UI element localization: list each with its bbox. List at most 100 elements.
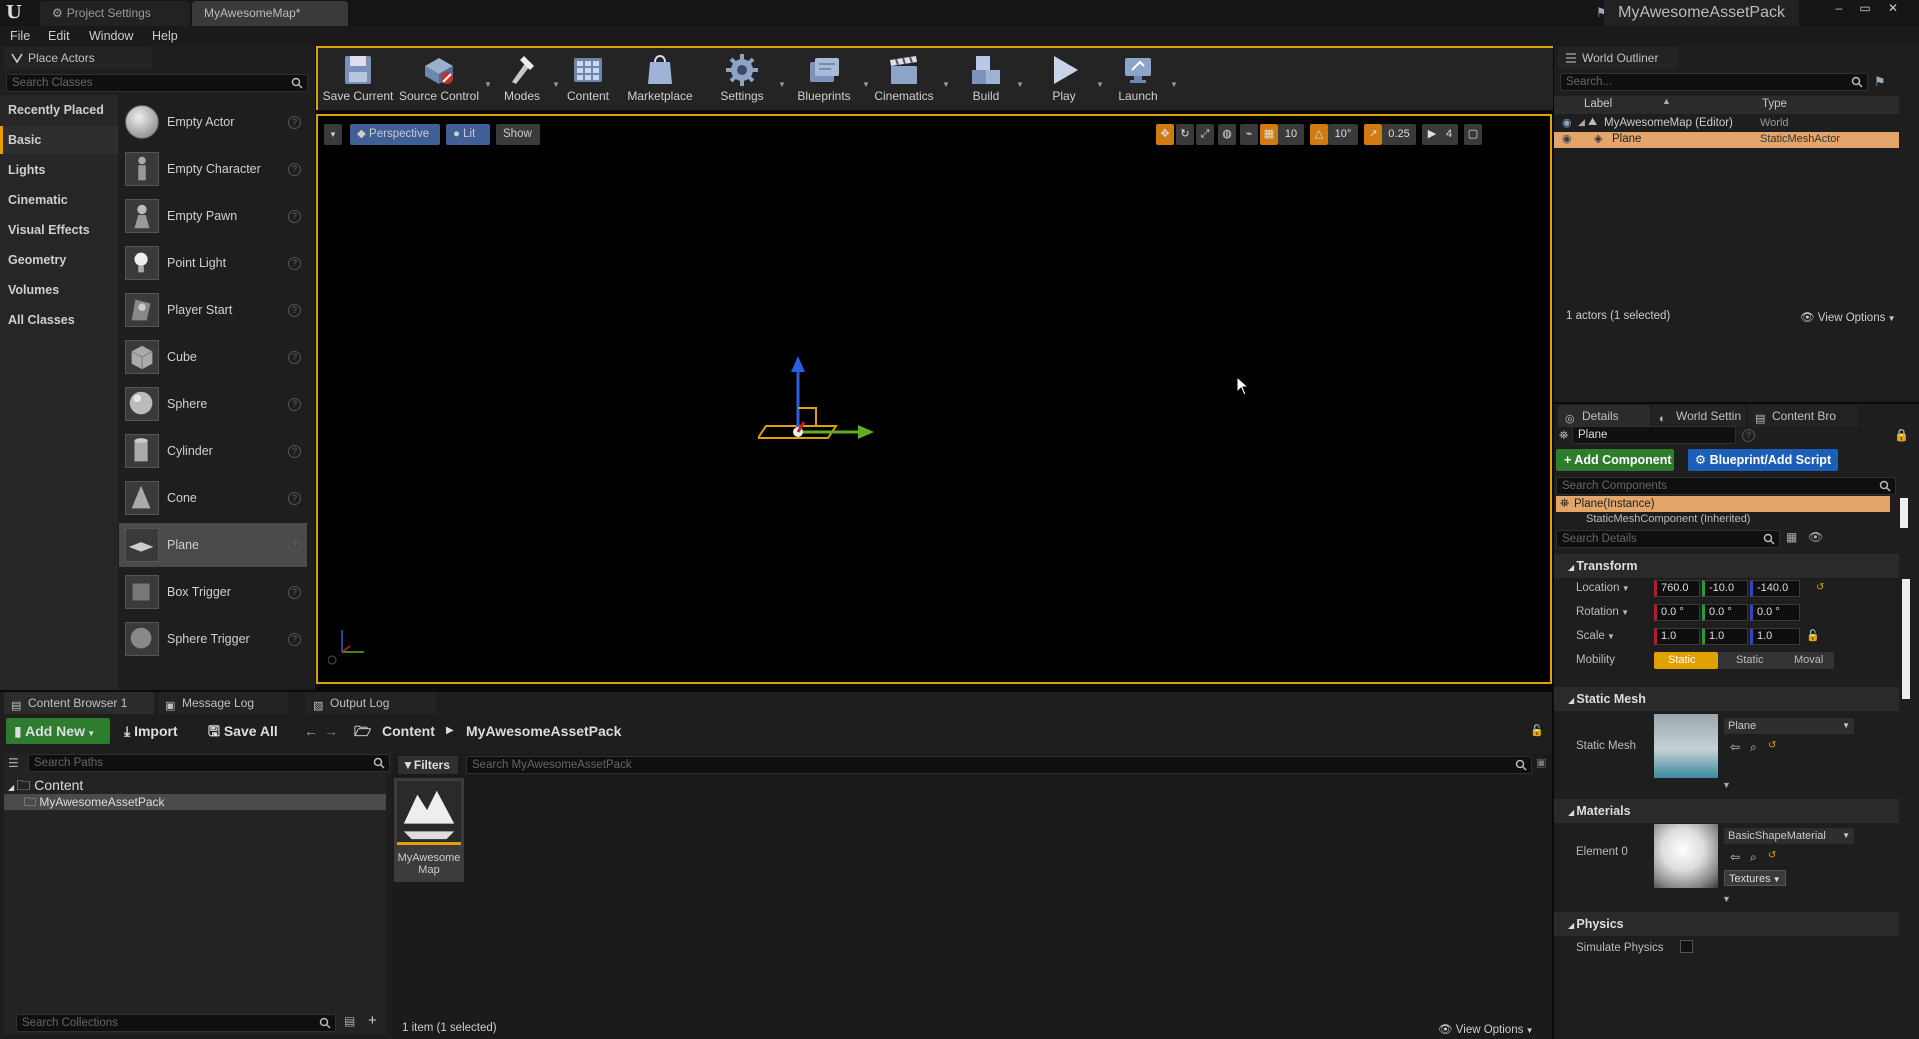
add-component-button[interactable]: + Add Component ▼ xyxy=(1556,449,1674,490)
scale-x-field[interactable]: 1.0 xyxy=(1654,628,1700,645)
menu-file[interactable]: File xyxy=(10,26,30,46)
category-visual-effects[interactable]: Visual Effects xyxy=(0,216,118,244)
tab-output-log[interactable]: ▧ Output Log xyxy=(306,692,436,714)
use-selected-arrow-icon[interactable]: ⇦ xyxy=(1730,850,1740,864)
expand-arrow-icon[interactable]: ◢ xyxy=(1578,117,1585,128)
help-icon[interactable]: ? xyxy=(288,398,301,411)
reset-to-default-icon[interactable]: ↺ xyxy=(1768,850,1776,861)
browse-search-icon[interactable]: ⌕ xyxy=(1750,850,1757,865)
path-content-button[interactable]: Content xyxy=(382,718,435,744)
save-current-button[interactable]: Save Current xyxy=(322,52,394,108)
physics-section-header[interactable]: ◢ Physics xyxy=(1554,912,1899,936)
scale-snap-value[interactable]: 0.25 xyxy=(1382,124,1416,145)
launch-button[interactable]: Launch ▼ xyxy=(1108,52,1178,108)
expand-advanced-icon[interactable]: ▼ xyxy=(1722,780,1731,790)
visibility-eye-icon[interactable]: ◉ xyxy=(1562,132,1572,145)
asset-view-options[interactable]: 👁 View Options ▼ xyxy=(1438,1022,1533,1036)
transform-gizmo[interactable] xyxy=(758,356,888,456)
actor-point-light[interactable]: Point Light ? xyxy=(119,241,307,285)
scale-snap-icon[interactable]: ↗ xyxy=(1364,124,1382,145)
help-icon[interactable]: ? xyxy=(288,351,301,364)
static-mesh-thumbnail[interactable] xyxy=(1654,714,1718,778)
marketplace-button[interactable]: Marketplace xyxy=(622,52,698,108)
location-label[interactable]: Location ▼ xyxy=(1576,582,1630,594)
add-collection-icon[interactable]: + xyxy=(368,1012,377,1029)
rotate-mode-icon[interactable]: ↻ xyxy=(1176,124,1194,145)
actor-plane[interactable]: Plane ? xyxy=(119,523,307,567)
help-icon[interactable]: ? xyxy=(288,586,301,599)
eye-icon[interactable]: 👁 xyxy=(1808,530,1823,544)
save-all-button[interactable]: 🖫 Save All xyxy=(208,718,278,744)
category-lights[interactable]: Lights xyxy=(0,156,118,184)
browse-search-icon[interactable]: ⌕ xyxy=(1750,740,1757,755)
blueprint-add-script-button[interactable]: ⚙ Blueprint/Add Script xyxy=(1688,449,1838,471)
actor-sphere[interactable]: Sphere ? xyxy=(119,382,307,426)
category-basic[interactable]: Basic xyxy=(0,126,118,154)
help-icon[interactable]: ? xyxy=(288,210,301,223)
asset-tile-my-awesome-map[interactable]: MyAwesome Map xyxy=(394,778,464,882)
component-tree-root[interactable]: ⛯ Plane(Instance) xyxy=(1556,496,1890,512)
materials-section-header[interactable]: ◢ Materials xyxy=(1554,799,1899,823)
actor-name-input[interactable]: Plane xyxy=(1572,426,1736,444)
minimize-button[interactable]: – xyxy=(1826,0,1852,18)
modes-button[interactable]: Modes ▼ xyxy=(494,52,560,108)
maximize-button[interactable]: ▭ xyxy=(1852,0,1878,18)
tab-world-outliner[interactable]: World Outliner xyxy=(1558,47,1678,69)
rotation-snap-icon[interactable]: △ xyxy=(1310,124,1328,145)
help-icon[interactable]: ? xyxy=(288,492,301,505)
actor-empty-character[interactable]: Empty Character ? xyxy=(119,147,307,191)
camera-speed-value[interactable]: 4 xyxy=(1440,124,1458,145)
menu-help[interactable]: Help xyxy=(152,26,178,46)
scale-mode-icon[interactable]: ⤢ xyxy=(1196,124,1214,145)
help-icon[interactable]: ? xyxy=(288,257,301,270)
scale-y-field[interactable]: 1.0 xyxy=(1702,628,1748,645)
property-matrix-icon[interactable]: ▦ xyxy=(1786,530,1797,544)
lock-icon[interactable]: 🔓 xyxy=(1806,629,1820,642)
help-icon[interactable]: ? xyxy=(288,163,301,176)
category-all-classes[interactable]: All Classes xyxy=(0,306,118,334)
actor-empty-pawn[interactable]: Empty Pawn ? xyxy=(119,194,307,238)
import-button[interactable]: ⤓ Import xyxy=(124,718,178,744)
grid-snap-value[interactable]: 10 xyxy=(1278,124,1304,145)
actor-player-start[interactable]: Player Start ? xyxy=(119,288,307,332)
grid-snap-icon[interactable]: ▦ xyxy=(1260,124,1278,145)
help-icon[interactable]: ? xyxy=(288,445,301,458)
actor-empty-actor[interactable]: Empty Actor ? xyxy=(119,100,307,144)
tab-place-actors[interactable]: Place Actors xyxy=(4,47,152,69)
lock-icon[interactable]: 🔓 xyxy=(1530,718,1544,744)
help-icon[interactable]: ? xyxy=(288,633,301,646)
tree-item-content[interactable]: ◢ 🗀 Content xyxy=(4,776,386,794)
location-x-field[interactable]: 760.0 xyxy=(1654,580,1700,597)
tab-world-settings[interactable]: ◐ World Settin xyxy=(1652,405,1746,427)
chevron-down-icon[interactable]: ▼ xyxy=(1096,80,1104,89)
search-paths-input[interactable]: Search Paths xyxy=(28,754,390,772)
static-mesh-section-header[interactable]: ◢ Static Mesh xyxy=(1554,687,1899,711)
outliner-row-world[interactable]: ◉ ◢ ⛰ MyAwesomeMap (Editor) World xyxy=(1554,116,1899,132)
add-new-button[interactable]: ▮ Add New ▼ xyxy=(6,718,110,744)
world-space-icon[interactable]: ◍ xyxy=(1218,124,1236,145)
blueprints-button[interactable]: Blueprints ▼ xyxy=(788,52,870,108)
source-control-button[interactable]: Source Control ▼ xyxy=(398,52,492,108)
help-icon[interactable]: ? xyxy=(288,539,301,552)
help-icon[interactable]: ? xyxy=(288,116,301,129)
add-filter-icon[interactable]: ⚑ xyxy=(1874,74,1892,90)
simulate-physics-checkbox[interactable] xyxy=(1680,940,1693,953)
search-assets-input[interactable]: Search MyAwesomeAssetPack xyxy=(466,756,1532,774)
rotation-z-field[interactable]: 0.0 ° xyxy=(1750,604,1800,621)
forward-arrow-icon[interactable]: → xyxy=(324,718,338,744)
chevron-down-icon[interactable]: ▼ xyxy=(484,80,492,89)
outliner-row-plane[interactable]: ◉ ◈ Plane StaticMeshActor xyxy=(1554,132,1899,148)
mobility-movable-button[interactable]: Moval xyxy=(1774,652,1834,669)
scale-label[interactable]: Scale ▼ xyxy=(1576,630,1615,642)
path-my-awesome-asset-pack-button[interactable]: MyAwesomeAssetPack xyxy=(466,718,621,744)
actor-cone[interactable]: Cone ? xyxy=(119,476,307,520)
rotation-y-field[interactable]: 0.0 ° xyxy=(1702,604,1748,621)
camera-speed-icon[interactable]: ▶ xyxy=(1422,124,1442,145)
tab-content-browser-1[interactable]: ▤ Content Browser 1 xyxy=(4,692,154,714)
help-icon[interactable]: ? xyxy=(288,304,301,317)
category-cinematic[interactable]: Cinematic xyxy=(0,186,118,214)
settings-button[interactable]: Settings ▼ xyxy=(708,52,786,108)
actor-sphere-trigger[interactable]: Sphere Trigger ? xyxy=(119,617,307,661)
close-button[interactable]: ✕ xyxy=(1880,0,1906,18)
menu-edit[interactable]: Edit xyxy=(48,26,70,46)
